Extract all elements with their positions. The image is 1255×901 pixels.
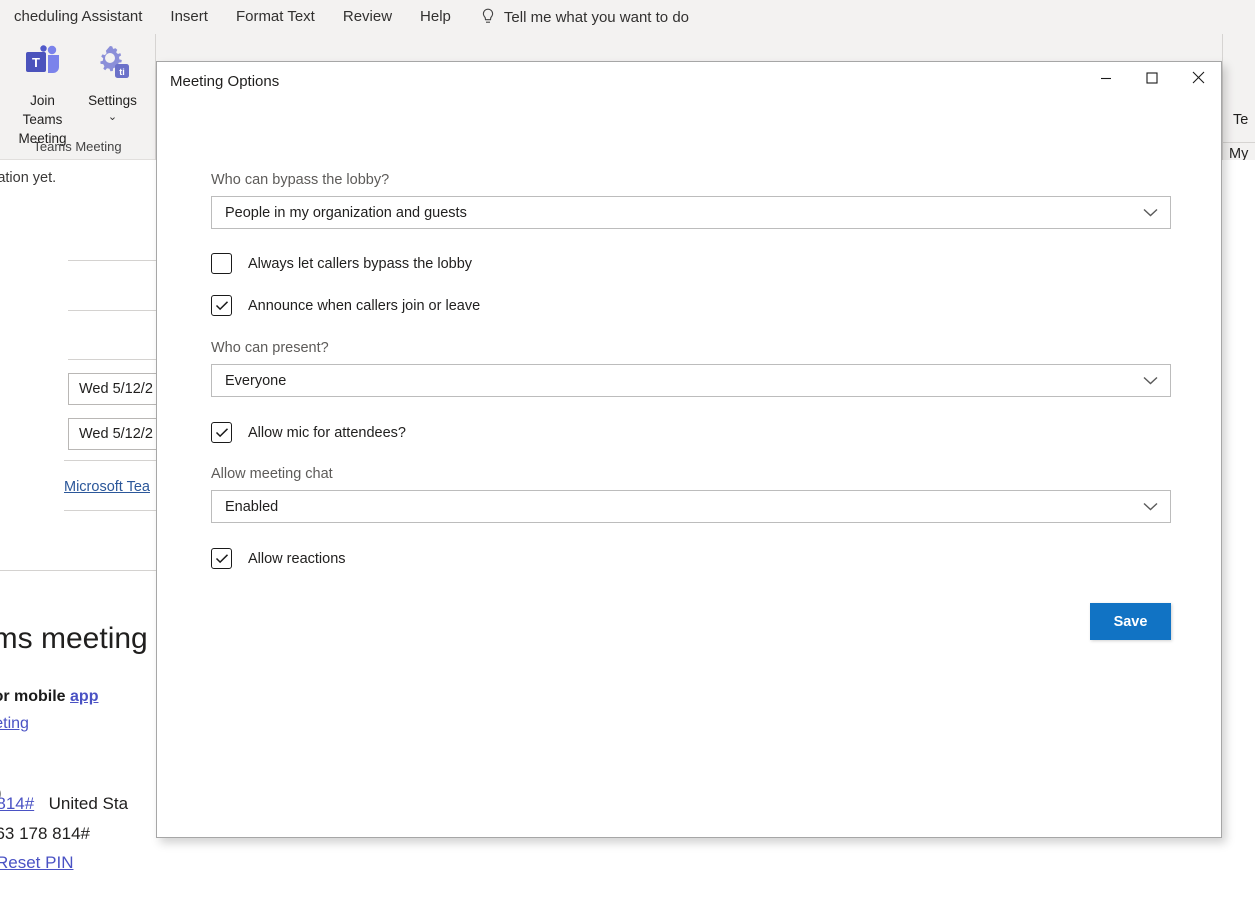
- checkbox-unchecked-icon[interactable]: [211, 253, 232, 274]
- lightbulb-icon: [481, 8, 495, 26]
- svg-text:T: T: [32, 55, 40, 70]
- divider: [64, 460, 169, 461]
- always-bypass-label: Always let callers bypass the lobby: [248, 256, 472, 272]
- menu-item-format-text[interactable]: Format Text: [222, 0, 329, 34]
- checkbox-checked-icon[interactable]: [211, 548, 232, 569]
- present-dropdown[interactable]: Everyone: [211, 364, 1171, 397]
- meeting-body-heading: ams meeting: [0, 622, 148, 656]
- menu-item-help[interactable]: Help: [406, 0, 465, 34]
- divider: [0, 570, 169, 571]
- teams-settings-label: Settings: [88, 93, 137, 108]
- window-controls: [1083, 62, 1221, 98]
- present-dropdown-value: Everyone: [225, 373, 286, 389]
- mic-label: Allow mic for attendees?: [248, 425, 406, 441]
- menu-item-review[interactable]: Review: [329, 0, 406, 34]
- maximize-button[interactable]: [1129, 62, 1175, 98]
- phone-number-link[interactable]: 178814#: [0, 794, 34, 813]
- start-time-value: Wed 5/12/2: [79, 381, 153, 397]
- chat-label: Allow meeting chat: [211, 466, 1221, 482]
- meeting-body-phone-row: 178814# United Sta: [0, 794, 128, 814]
- dialog-title: Meeting Options: [170, 73, 279, 90]
- minimize-button[interactable]: [1083, 62, 1129, 98]
- close-icon: [1192, 71, 1205, 89]
- location-link-label: Microsoft Tea: [64, 479, 150, 495]
- join-teams-meeting-label-line1: Join Teams: [23, 93, 63, 127]
- announce-label: Announce when callers join or leave: [248, 298, 480, 314]
- reset-pin-link[interactable]: Reset PIN: [0, 853, 73, 873]
- lobby-dropdown-value: People in my organization and guests: [225, 205, 467, 221]
- divider: [1223, 142, 1255, 143]
- lobby-dropdown[interactable]: People in my organization and guests: [211, 196, 1171, 229]
- always-bypass-checkbox-row[interactable]: Always let callers bypass the lobby: [211, 253, 1221, 274]
- chevron-down-icon: [1143, 376, 1158, 385]
- invitation-note: eeting invitation yet.: [0, 170, 56, 186]
- maximize-icon: [1146, 71, 1158, 89]
- meeting-body-join-link[interactable]: meeting: [0, 715, 29, 733]
- start-time-input[interactable]: Wed 5/12/2: [68, 373, 168, 405]
- meeting-body-line-1: er or mobile app: [0, 688, 98, 706]
- reactions-label: Allow reactions: [248, 551, 346, 567]
- chevron-down-icon[interactable]: ⌄: [80, 108, 146, 127]
- svg-text:ti: ti: [119, 67, 125, 77]
- title-input[interactable]: [68, 260, 168, 261]
- checkbox-checked-icon[interactable]: [211, 295, 232, 316]
- checkbox-checked-icon[interactable]: [211, 422, 232, 443]
- right-strip-text-1: Te: [1233, 112, 1248, 128]
- lobby-label: Who can bypass the lobby?: [211, 172, 1221, 188]
- present-label: Who can present?: [211, 340, 1221, 356]
- chevron-down-icon: [1143, 502, 1158, 511]
- chat-dropdown-value: Enabled: [225, 499, 278, 515]
- save-button[interactable]: Save: [1090, 603, 1171, 640]
- optional-input[interactable]: [68, 359, 168, 360]
- location-value[interactable]: Microsoft Tea: [64, 478, 150, 496]
- ribbon-right-strip: Te My: [1222, 34, 1255, 180]
- body-line1-text: er or mobile: [0, 688, 66, 705]
- reactions-checkbox-row[interactable]: Allow reactions: [211, 548, 1221, 569]
- close-button[interactable]: [1175, 62, 1221, 98]
- body-line1-link[interactable]: app: [70, 688, 98, 705]
- menu-item-insert[interactable]: Insert: [156, 0, 222, 34]
- mic-checkbox-row[interactable]: Allow mic for attendees?: [211, 422, 1221, 443]
- tell-me-label: Tell me what you want to do: [504, 9, 689, 26]
- end-time-input[interactable]: Wed 5/12/2: [68, 418, 168, 450]
- minimize-icon: [1100, 71, 1112, 89]
- ribbon-group-teams-meeting: T ti: [0, 34, 156, 160]
- phone-country-label: United Sta: [49, 794, 128, 813]
- divider: [64, 510, 169, 511]
- teams-settings-gear-icon[interactable]: ti: [90, 42, 134, 87]
- tell-me-box[interactable]: Tell me what you want to do: [465, 8, 689, 26]
- dialog-title-bar[interactable]: Meeting Options: [157, 62, 1221, 110]
- ribbon-group-title: Teams Meeting: [0, 139, 155, 154]
- chevron-down-icon: [1143, 208, 1158, 217]
- end-time-value: Wed 5/12/2: [79, 426, 153, 442]
- meeting-options-dialog: Meeting Options: [156, 61, 1222, 838]
- menu-items: cheduling Assistant Insert Format Text R…: [0, 0, 689, 34]
- required-input[interactable]: [68, 310, 168, 311]
- microsoft-teams-icon[interactable]: T: [22, 42, 66, 87]
- dialog-content: Who can bypass the lobby? People in my o…: [157, 172, 1221, 640]
- announce-checkbox-row[interactable]: Announce when callers join or leave: [211, 295, 1221, 316]
- outlook-menu-bar: cheduling Assistant Insert Format Text R…: [0, 0, 1255, 34]
- dialog-footer: Save: [157, 603, 1221, 640]
- conference-id: 263 178 814#: [0, 824, 90, 844]
- chat-dropdown[interactable]: Enabled: [211, 490, 1171, 523]
- menu-item-scheduling-assistant[interactable]: cheduling Assistant: [0, 0, 156, 34]
